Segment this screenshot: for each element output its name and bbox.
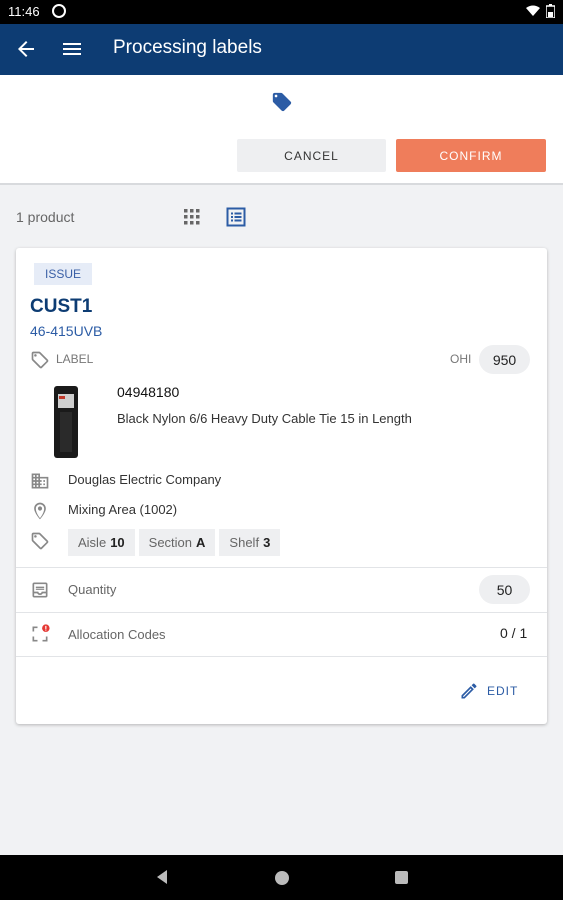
allocation-expand-icon <box>32 624 50 642</box>
ohi-label: OHI <box>450 352 472 366</box>
product-description: Black Nylon 6/6 Heavy Duty Cable Tie 15 … <box>117 411 412 426</box>
confirm-button[interactable]: CONFIRM <box>396 139 546 172</box>
nav-back-icon[interactable] <box>155 869 169 885</box>
list-view-icon[interactable] <box>226 207 246 227</box>
allocation-value: 0 / 1 <box>500 625 528 641</box>
location-pin-icon <box>34 502 46 520</box>
bin-tag-icon <box>31 532 49 550</box>
battery-icon <box>546 4 555 18</box>
action-header: CANCEL CONFIRM <box>0 75 563 185</box>
cancel-button[interactable]: CANCEL <box>237 139 386 172</box>
status-bar: 11:46 <box>0 0 563 24</box>
chip-shelf: Shelf 3 <box>219 529 281 556</box>
location-name: Mixing Area (1002) <box>68 502 178 517</box>
product-count: 1 product <box>16 209 75 225</box>
page-title: Processing labels <box>113 37 262 58</box>
status-badge: ISSUE <box>34 263 93 285</box>
product-image <box>54 386 78 458</box>
status-time: 11:46 <box>8 4 40 19</box>
divider <box>16 612 547 613</box>
tag-icon <box>272 92 292 112</box>
part-number: 46-415UVB <box>30 323 103 339</box>
quantity-label: Quantity <box>68 582 117 597</box>
bin-chips: Aisle 10 Section A Shelf 3 <box>68 529 281 556</box>
nav-home-icon[interactable] <box>275 871 289 885</box>
app-bar: Processing labels <box>0 24 563 75</box>
ohi-value: 950 <box>479 345 530 374</box>
label-text: LABEL <box>56 352 94 366</box>
label-tag-icon <box>31 351 49 369</box>
wifi-icon <box>526 5 540 16</box>
notification-icon <box>52 4 66 18</box>
chip-aisle: Aisle 10 <box>68 529 135 556</box>
building-icon <box>31 473 49 489</box>
edit-button[interactable]: EDIT <box>459 681 518 701</box>
system-nav-bar <box>0 855 563 900</box>
customer-name: CUST1 <box>30 296 93 317</box>
product-sku: 04948180 <box>117 384 180 400</box>
divider <box>16 656 547 657</box>
supplier-name: Douglas Electric Company <box>68 472 222 487</box>
allocation-label: Allocation Codes <box>68 627 166 642</box>
product-card[interactable]: ISSUE CUST1 46-415UVB LABEL OHI 950 0494… <box>16 248 547 724</box>
edit-label: EDIT <box>487 684 519 698</box>
back-arrow-icon[interactable] <box>14 37 38 61</box>
grid-view-icon[interactable] <box>183 208 201 226</box>
quantity-value[interactable]: 50 <box>479 575 530 604</box>
divider <box>16 567 547 568</box>
status-icons <box>526 4 555 18</box>
menu-icon[interactable] <box>60 37 84 61</box>
chip-section: Section A <box>138 529 216 556</box>
quantity-tray-icon <box>32 582 48 598</box>
nav-recents-icon[interactable] <box>395 871 408 884</box>
pencil-icon <box>461 683 477 699</box>
list-toolbar: 1 product <box>0 187 563 247</box>
